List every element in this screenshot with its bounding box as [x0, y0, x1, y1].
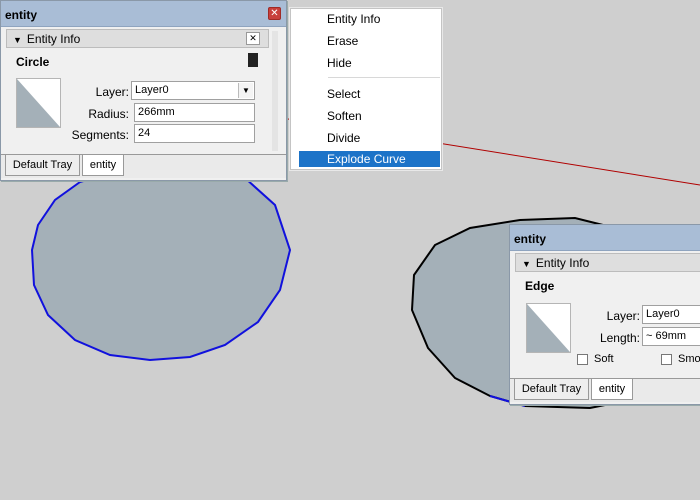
layer-label: Layer:: [606, 309, 640, 323]
dropdown-arrow-icon[interactable]: ▼: [238, 83, 253, 98]
tab-default-tray[interactable]: Default Tray: [514, 379, 589, 400]
tab-default-tray[interactable]: Default Tray: [5, 155, 80, 176]
panel-title: Entity Info: [535, 256, 590, 270]
entity-info-panel-header[interactable]: ▼ Entity Info ✕: [6, 29, 269, 48]
segments-field[interactable]: 24: [134, 124, 255, 143]
menu-item-select[interactable]: Select: [299, 86, 440, 102]
entity-tray-right: entity ▼ Entity Info Edge Layer: Layer0 L…: [509, 224, 700, 405]
soft-checkbox[interactable]: [577, 354, 588, 365]
tray-title: entity: [514, 232, 547, 246]
entity-tray-left: entity ✕ ▼ Entity Info ✕ Circle Layer: La…: [0, 0, 287, 181]
layer-label: Layer:: [95, 85, 129, 99]
tray-titlebar[interactable]: entity ✕: [1, 1, 286, 27]
menu-item-hide[interactable]: Hide: [299, 55, 440, 71]
menu-item-erase[interactable]: Erase: [299, 33, 440, 49]
menu-item-entity-info[interactable]: Entity Info: [299, 11, 440, 27]
smooth-checkbox[interactable]: [661, 354, 672, 365]
entity-info-panel-header[interactable]: ▼ Entity Info: [515, 253, 700, 272]
smooth-label: Smo: [678, 353, 700, 365]
layer-select[interactable]: Layer0 ▼: [131, 81, 255, 100]
segments-label: Segments:: [71, 128, 129, 142]
entity-type-label: Circle: [16, 55, 50, 69]
length-label: Length:: [599, 331, 640, 345]
close-icon[interactable]: ✕: [246, 32, 260, 45]
tab-entity[interactable]: entity: [82, 155, 124, 176]
material-swatch[interactable]: [16, 78, 61, 128]
tray-tabbar: Default Tray entity: [510, 378, 700, 402]
selected-circle[interactable]: [30, 166, 292, 362]
radius-label: Radius:: [88, 107, 129, 121]
tray-tabbar: Default Tray entity: [1, 154, 286, 178]
layer-value: Layer0: [135, 84, 169, 96]
soft-label: Soft: [594, 353, 614, 365]
triangle-down-icon[interactable]: ▼: [522, 259, 531, 269]
menu-item-soften[interactable]: Soften: [299, 108, 440, 124]
tab-entity[interactable]: entity: [591, 379, 633, 400]
menu-item-divide[interactable]: Divide: [299, 130, 440, 146]
layer-select[interactable]: Layer0: [642, 305, 700, 324]
context-menu: Entity Info Erase Hide Select Soften Div…: [290, 8, 442, 170]
triangle-down-icon[interactable]: ▼: [13, 35, 22, 45]
entity-type-label: Edge: [525, 279, 555, 293]
tray-titlebar[interactable]: entity: [510, 225, 700, 251]
panel-title: Entity Info: [26, 32, 81, 46]
material-swatch[interactable]: [526, 303, 571, 353]
pin-icon[interactable]: [248, 53, 258, 67]
close-icon[interactable]: ✕: [268, 7, 281, 20]
scrollbar[interactable]: [272, 31, 278, 151]
menu-separator: [328, 77, 440, 78]
menu-item-explode-curve[interactable]: Explode Curve: [299, 151, 440, 167]
tray-title: entity: [5, 8, 38, 22]
radius-field[interactable]: 266mm: [134, 103, 255, 122]
length-field[interactable]: ~ 69mm: [642, 327, 700, 346]
